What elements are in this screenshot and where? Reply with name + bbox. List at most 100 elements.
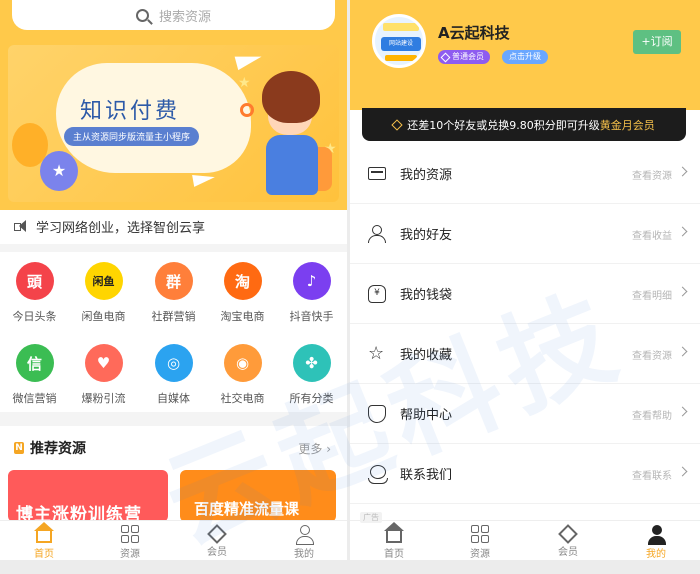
balloon-star-icon: ★ — [40, 151, 78, 191]
tab-home[interactable]: 首页 — [14, 522, 74, 560]
menu-hint: 查看资源 — [632, 351, 672, 362]
category-label: 所有分类 — [289, 392, 334, 405]
menu-row[interactable]: 帮助中心 查看帮助 — [350, 384, 700, 444]
category-grid: 頭今日头条 闲鱼 闲鱼电商群社群营销淘淘宝电商 ♪ 抖音快手信微信营销 ♥ 爆粉引流 ◎ 自媒体… — [0, 252, 347, 412]
menu-row[interactable]: 我的好友 查看收益 — [350, 204, 700, 264]
recommend-header: N 推荐资源 — [14, 438, 86, 458]
promo-banner[interactable]: 知识付费 主从资源同步版流量主小程序 ★ ★ ★ — [8, 45, 339, 202]
category-label: 社群营销 — [151, 310, 196, 323]
tab-resources[interactable]: 资源 — [100, 525, 160, 560]
member-badge: 普通会员 — [438, 50, 490, 64]
star-icon: ☆ — [368, 343, 385, 364]
profile-name: A云起科技 — [438, 24, 510, 42]
chevron-right-icon — [677, 346, 688, 357]
star-icon: ★ — [238, 75, 251, 91]
vip-upgrade-bar[interactable]: 还差10个好友或兑换9.80积分即可升级黄金月会员 — [362, 108, 686, 141]
tab-bar: 首页 资源 会员 我的 — [350, 520, 700, 560]
help-icon — [368, 405, 386, 423]
category-item[interactable]: 群社群营销 — [139, 262, 208, 324]
search-placeholder: 搜索资源 — [158, 9, 211, 25]
contact-icon — [368, 465, 388, 484]
user-icon — [368, 225, 386, 243]
community-icon: 群 — [154, 262, 193, 300]
menu-row[interactable]: 联系我们 查看联系 — [350, 444, 700, 504]
diamond-icon — [440, 52, 451, 62]
home-icon — [34, 522, 54, 543]
category-item[interactable]: 闲鱼 闲鱼电商 — [69, 262, 138, 324]
tab-mine[interactable]: 我的 — [626, 525, 686, 560]
menu-row[interactable]: ☆ 我的收藏 查看资源 — [350, 324, 700, 384]
category-label: 社交电商 — [220, 392, 265, 405]
tab-bar: 首页 资源 会员 我的 — [0, 520, 347, 560]
menu-label: 我的资源 — [400, 168, 453, 183]
menu-label: 帮助中心 — [400, 408, 453, 423]
category-item[interactable]: ♪ 抖音快手 — [277, 262, 346, 324]
resource-card-title: 百度精准流量课 — [194, 500, 300, 518]
chevron-right-icon — [677, 166, 688, 177]
more-link[interactable]: 更多 › — [298, 440, 331, 457]
heart-icon: ♥ — [84, 344, 123, 382]
chevron-right-icon — [677, 226, 688, 237]
menu-hint: 查看帮助 — [632, 411, 672, 422]
subscribe-button[interactable]: +订阅 — [633, 30, 681, 54]
recommend-icon: N — [14, 442, 24, 454]
menu-hint: 查看收益 — [632, 231, 672, 242]
chevron-right-icon — [677, 406, 688, 417]
category-item[interactable]: ◎ 自媒体 — [139, 344, 208, 406]
category-label: 抖音快手 — [289, 310, 334, 323]
search-icon — [135, 8, 149, 22]
category-item[interactable]: 信微信营销 — [0, 344, 69, 406]
tab-membership[interactable]: 会员 — [538, 524, 598, 558]
category-item[interactable]: 頭今日头条 — [0, 262, 69, 324]
menu-hint: 查看联系 — [632, 471, 672, 482]
resource-card-title: 博主涨粉训练营 — [16, 505, 142, 522]
diamond-icon — [558, 524, 578, 544]
menu-row[interactable]: ¥ 我的钱袋 查看明细 — [350, 264, 700, 324]
xianyu-icon: 闲鱼 — [84, 262, 123, 300]
boy-illustration — [240, 67, 334, 202]
toutiao-icon: 頭 — [15, 262, 54, 300]
tab-home[interactable]: 首页 — [364, 522, 424, 560]
category-item[interactable]: 淘淘宝电商 — [208, 262, 277, 324]
tab-mine[interactable]: 我的 — [274, 525, 334, 560]
resource-card[interactable]: 博主涨粉训练营 — [8, 470, 168, 522]
category-item[interactable]: ♥ 爆粉引流 — [69, 344, 138, 406]
vip-text: 还差10个好友或兑换9.80积分即可升级黄金月会员 — [407, 118, 655, 132]
search-bar[interactable]: 搜索资源 — [12, 0, 335, 30]
profile-screen: 网站建设 A云起科技 普通会员 点击升级 +订阅 还差10个好友或兑换9.80积… — [350, 0, 700, 560]
profile-header: 网站建设 A云起科技 普通会员 点击升级 +订阅 — [350, 0, 700, 110]
avatar-text: 网站建设 — [381, 37, 421, 51]
recommend-title: 推荐资源 — [30, 441, 86, 457]
category-item[interactable]: ✤ 所有分类 — [277, 344, 346, 406]
wallet-icon: ¥ — [368, 285, 386, 303]
card-icon — [368, 167, 386, 180]
category-label: 爆粉引流 — [81, 392, 126, 405]
avatar[interactable]: 网站建设 — [372, 14, 426, 68]
menu-label: 我的钱袋 — [400, 288, 453, 303]
tab-resources[interactable]: 资源 — [450, 525, 510, 560]
person-icon — [295, 525, 314, 545]
grid-icon — [471, 525, 489, 543]
menu-hint: 查看明细 — [632, 291, 672, 302]
chat-bubble-icon: ◉ — [223, 344, 262, 382]
ad-label: 广告 — [360, 512, 382, 523]
category-label: 自媒体 — [157, 392, 190, 405]
notice-text: 学习网络创业，选择智创云享 — [36, 220, 206, 236]
banner-subtitle: 主从资源同步版流量主小程序 — [64, 127, 200, 146]
speaker-icon — [14, 219, 28, 233]
menu-row[interactable]: 我的资源 查看资源 — [350, 144, 700, 204]
paper-plane-icon — [192, 171, 216, 187]
diamond-icon — [391, 118, 403, 131]
taobao-icon: 淘 — [223, 262, 262, 300]
category-label: 今日头条 — [12, 310, 57, 323]
tab-membership[interactable]: 会员 — [187, 524, 247, 558]
media-icon: ◎ — [154, 344, 193, 382]
person-icon — [647, 525, 666, 545]
menu-label: 我的好友 — [400, 228, 453, 243]
upgrade-button[interactable]: 点击升级 — [502, 50, 548, 64]
menu-label: 我的收藏 — [400, 348, 453, 363]
resource-card[interactable]: 百度精准流量课 — [180, 470, 336, 522]
category-item[interactable]: ◉ 社交电商 — [208, 344, 277, 406]
douyin-icon: ♪ — [292, 262, 331, 300]
notice-bar[interactable]: 学习网络创业，选择智创云享 — [0, 210, 347, 242]
